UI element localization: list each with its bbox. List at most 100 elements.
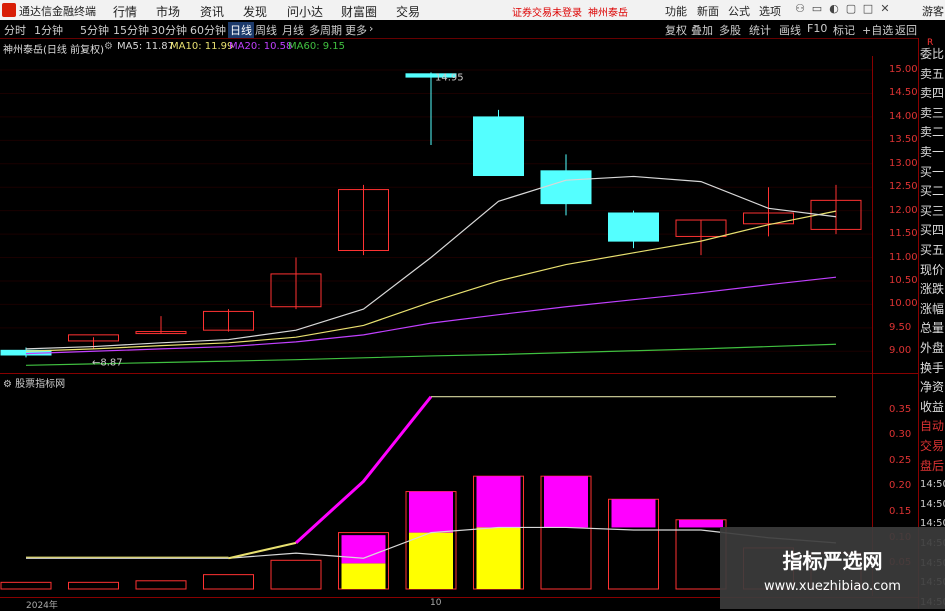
indicator-bar-yellow: [409, 532, 453, 589]
side-panel-item[interactable]: 总量: [920, 321, 944, 335]
price-tick-label: 12.00: [889, 204, 918, 216]
price-tick-label: 9.50: [889, 321, 912, 333]
date-label-10: 10: [430, 598, 442, 608]
chevron-right-icon[interactable]: ›: [369, 22, 373, 35]
side-panel-item[interactable]: 卖一: [920, 145, 944, 159]
menu-item-new-page[interactable]: 新面: [697, 3, 719, 19]
indicator-bar-frame: [68, 581, 119, 590]
side-panel-item[interactable]: 现价: [920, 263, 944, 277]
login-status-link[interactable]: 证券交易未登录: [512, 4, 582, 19]
indicator-bar-frame: [203, 574, 254, 590]
price-tick-label: 11.50: [889, 228, 918, 240]
indicator-tick-label: 0.15: [889, 506, 912, 518]
quote-side-panel: R 委比 卖五 卖四 卖三 卖二 卖一 买一 买二 买三 买四 买五 现价 涨跌 涨幅 总量 外盘 换手 净资 收益…: [918, 38, 945, 609]
watermark-title: 指标严选网: [782, 549, 883, 573]
indicator-bar-yellow: [341, 563, 386, 589]
watermark-banner: 指标严选网 www.xuezhibiao.com: [720, 527, 945, 609]
app-logo-icon: [2, 3, 16, 17]
side-panel-item[interactable]: 买四: [920, 223, 944, 237]
guest-label[interactable]: 游客: [922, 3, 944, 19]
period-tab-1min[interactable]: 1分钟: [34, 22, 63, 38]
side-panel-item[interactable]: 买一: [920, 165, 944, 179]
side-panel-item[interactable]: 交易: [920, 439, 944, 453]
menu-item-news[interactable]: 资讯: [200, 3, 224, 20]
menu-item-discover[interactable]: 发现: [243, 3, 267, 20]
tool-statistics[interactable]: 统计: [749, 22, 771, 38]
user-icon[interactable]: ⚇: [793, 2, 807, 17]
menu-item-assistant[interactable]: 问小达: [287, 3, 323, 20]
side-panel-item[interactable]: 委比: [920, 47, 944, 61]
side-panel-item[interactable]: 涨幅: [920, 302, 944, 316]
indicator-bar-pink: [544, 476, 588, 528]
tool-f10[interactable]: F10: [807, 22, 827, 35]
ma20-label: MA20: 10.58: [229, 41, 293, 52]
chart-info-line: 神州泰岳(日线 前复权) ⚙ MA5: 11.87 MA10: 11.99 MA…: [0, 39, 880, 56]
menu-item-formula[interactable]: 公式: [728, 3, 750, 19]
period-tab-weekly[interactable]: 周线: [255, 22, 277, 38]
side-panel-item[interactable]: 买五: [920, 243, 944, 257]
period-tab-monthly[interactable]: 月线: [282, 22, 304, 38]
tool-mark[interactable]: 标记: [833, 22, 855, 38]
price-tick-label: 9.00: [889, 345, 912, 357]
ma60-line: [25, 343, 837, 366]
period-tab-multi[interactable]: 多周期: [309, 22, 342, 38]
menu-item-trade[interactable]: 交易: [396, 3, 420, 20]
price-tick-label: 13.00: [889, 157, 918, 169]
side-panel-item[interactable]: 买三: [920, 204, 944, 218]
side-panel-item[interactable]: 净资: [920, 380, 944, 394]
period-tab-daily[interactable]: 日线: [228, 22, 254, 38]
period-tab-15min[interactable]: 15分钟: [113, 22, 149, 38]
indicator-tick-label: 0.35: [889, 403, 912, 415]
period-toolbar: 分时 1分钟 5分钟 15分钟 30分钟 60分钟 日线 周线 月线 多周期 更…: [0, 20, 945, 39]
side-panel-item[interactable]: 涨跌: [920, 282, 944, 296]
tool-add-favorite[interactable]: +自选: [862, 22, 893, 38]
menu-item-functions[interactable]: 功能: [665, 3, 687, 19]
ma10-label: MA10: 11.99: [170, 41, 234, 52]
indicator-tick-label: 0.25: [889, 454, 912, 466]
menu-item-wealth[interactable]: 财富圈: [341, 3, 377, 20]
indicator-bar-pink: [341, 535, 386, 564]
side-panel-item[interactable]: 卖四: [920, 86, 944, 100]
candlestick-chart[interactable]: 14.95 ←8.87: [0, 56, 872, 370]
side-panel-item[interactable]: 外盘: [920, 341, 944, 355]
menu-item-market[interactable]: 行情: [113, 3, 137, 20]
candle-body: [540, 170, 592, 205]
period-tab-5min[interactable]: 5分钟: [80, 22, 109, 38]
side-panel-item[interactable]: 盘后: [920, 459, 944, 473]
settings-gear-icon[interactable]: ⚙: [104, 41, 113, 52]
indicator-bar-pink: [409, 491, 453, 533]
side-panel-item[interactable]: 自动: [920, 419, 944, 433]
side-panel-item[interactable]: 买二: [920, 184, 944, 198]
side-panel-item[interactable]: 卖二: [920, 125, 944, 139]
minimize-icon[interactable]: ▭: [810, 2, 824, 17]
app-title: 通达信金融终端: [19, 5, 96, 18]
tool-multi-stock[interactable]: 多股: [719, 22, 741, 38]
tool-adjust[interactable]: 复权: [665, 22, 687, 38]
close-icon[interactable]: ✕: [878, 2, 892, 17]
period-tab-60min[interactable]: 60分钟: [190, 22, 226, 38]
skin-icon[interactable]: ◐: [827, 2, 841, 17]
side-panel-item[interactable]: 收益: [920, 400, 944, 414]
period-tab-more[interactable]: 更多: [345, 22, 367, 38]
side-panel-item[interactable]: 卖五: [920, 67, 944, 81]
ma60-label: MA60: 9.15: [288, 41, 346, 52]
period-tab-30min[interactable]: 30分钟: [151, 22, 187, 38]
maximize-icon[interactable]: □: [861, 2, 875, 17]
price-tick-label: 15.00: [889, 64, 918, 76]
tool-draw-lines[interactable]: 画线: [779, 22, 801, 38]
menu-item-options[interactable]: 选项: [759, 3, 781, 19]
period-tab-intraday[interactable]: 分时: [4, 22, 26, 38]
restore-icon[interactable]: ▢: [844, 2, 858, 17]
side-panel-item[interactable]: 14:50: [920, 478, 945, 492]
side-panel-item[interactable]: 卖三: [920, 106, 944, 120]
side-panel-item[interactable]: 换手: [920, 361, 944, 375]
tool-overlay[interactable]: 叠加: [691, 22, 713, 38]
date-label-2024: 2024年: [26, 601, 58, 611]
side-panel-item[interactable]: 14:50: [920, 498, 945, 512]
ma5-label: MA5: 11.87: [117, 41, 175, 52]
tool-back[interactable]: 返回: [895, 22, 917, 38]
panel-divider: [0, 373, 918, 374]
indicator-bar-yellow: [476, 527, 521, 589]
indicator-bar-frame: [0, 581, 52, 590]
menu-item-markets[interactable]: 市场: [156, 3, 180, 20]
